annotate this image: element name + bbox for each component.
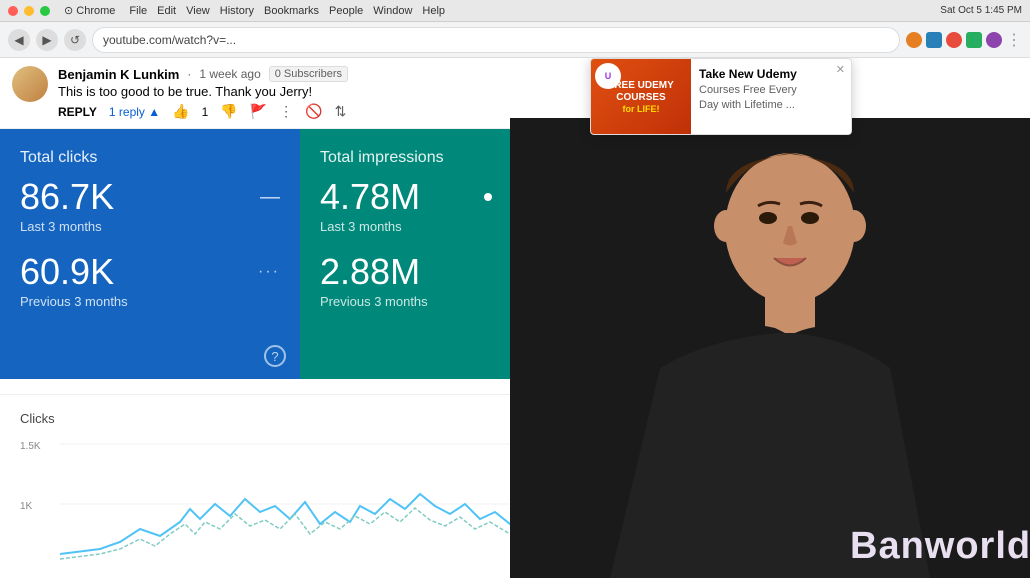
minimize-button[interactable] (24, 6, 34, 16)
person-silhouette-svg: Banworld (510, 118, 1030, 578)
clicks-current-dash: — (260, 186, 280, 209)
menu-edit[interactable]: Edit (157, 5, 176, 17)
chart-title: Clicks (20, 411, 550, 426)
extension-icon-4[interactable] (966, 32, 982, 48)
chrome-label: ⊙ Chrome (64, 4, 115, 17)
clicks-prev-row: 60.9K ··· (20, 254, 280, 290)
svg-text:1.5K: 1.5K (20, 441, 41, 452)
maximize-button[interactable] (40, 6, 50, 16)
popup-overlay: U FREE UDEMYCOURSES for LIFE! Take New U… (590, 58, 1030, 135)
reload-button[interactable]: ↺ (64, 29, 86, 51)
sort-icon[interactable]: ⇅ (335, 103, 347, 120)
clicks-help-icon[interactable]: ? (264, 345, 286, 367)
svg-text:1K: 1K (20, 501, 33, 512)
cursor-indicator (484, 193, 492, 201)
comment-time: 1 week ago (199, 67, 260, 81)
toolbar-extensions: ⋮ (906, 30, 1022, 50)
thumbs-up-icon[interactable]: 👍 (172, 103, 189, 120)
clicks-chart-svg: 1.5K 1K (20, 434, 550, 564)
person-overlay: Banworld (510, 118, 1030, 578)
clicks-current-value: 86.7K (20, 179, 114, 215)
thumbs-down-icon[interactable]: 👎 (220, 103, 237, 120)
popup-title: Take New Udemy (699, 67, 827, 81)
avatar (12, 66, 48, 102)
menu-people[interactable]: People (329, 5, 363, 17)
menu-bookmarks[interactable]: Bookmarks (264, 5, 319, 17)
reply-button[interactable]: REPLY (58, 105, 97, 119)
thumbnail-life-text: for LIFE! (623, 104, 660, 114)
menu-bar: File Edit View History Bookmarks People … (129, 5, 445, 17)
svg-text:Banworld: Banworld (850, 525, 1030, 567)
datetime: Sat Oct 5 1:45 PM (940, 5, 1022, 16)
back-button[interactable]: ◀ (8, 29, 30, 51)
extension-icon-2[interactable] (926, 32, 942, 48)
main-content: Benjamin K Lunkim · 1 week ago 0 Subscri… (0, 58, 1030, 579)
udemy-logo: U (595, 63, 621, 89)
menu-file[interactable]: File (129, 5, 147, 17)
clicks-prev-dots: ··· (258, 263, 280, 281)
clicks-current-row: 86.7K — (20, 179, 280, 215)
more-options-icon[interactable]: ⋮ (279, 103, 293, 120)
close-button[interactable] (8, 6, 18, 16)
extension-icon-5[interactable] (986, 32, 1002, 48)
extension-icon-1[interactable] (906, 32, 922, 48)
total-clicks-label: Total clicks (20, 149, 280, 167)
popup-subtitle: Courses Free Every Day with Lifetime ... (699, 83, 827, 114)
comment-separator: · (187, 67, 191, 81)
menu-window[interactable]: Window (373, 5, 412, 17)
menu-help[interactable]: Help (422, 5, 445, 17)
popup-thumbnail[interactable]: U FREE UDEMYCOURSES for LIFE! (591, 59, 691, 134)
subscriber-badge: 0 Subscribers (269, 66, 348, 82)
like-count: 1 (202, 105, 209, 119)
total-clicks-card: Total clicks 86.7K — Last 3 months 60.9K… (0, 129, 300, 379)
popup-close-button[interactable]: ✕ (836, 63, 845, 76)
flag-icon[interactable]: 🚩 (250, 103, 267, 120)
system-status: Sat Oct 5 1:45 PM (940, 5, 1022, 16)
clicks-current-period: Last 3 months (20, 219, 280, 234)
popup-text-box: Take New Udemy Courses Free Every Day wi… (691, 59, 851, 134)
clicks-prev-period: Previous 3 months (20, 294, 280, 309)
impressions-prev-value: 2.88M (320, 254, 420, 290)
impressions-current-value: 4.78M (320, 179, 420, 215)
replies-toggle[interactable]: 1 reply ▲ (109, 105, 160, 119)
forward-button[interactable]: ▶ (36, 29, 58, 51)
extension-icon-3[interactable] (946, 32, 962, 48)
window-controls: ⊙ Chrome File Edit View History Bookmark… (8, 4, 445, 17)
chart-area: Clicks 1.5K 1K (0, 394, 570, 579)
menu-history[interactable]: History (220, 5, 254, 17)
person-background: Banworld (510, 118, 1030, 578)
comment-author: Benjamin K Lunkim (58, 67, 179, 82)
clicks-prev-value: 60.9K (20, 254, 114, 290)
menu-view[interactable]: View (186, 5, 210, 17)
chrome-titlebar: ⊙ Chrome File Edit View History Bookmark… (0, 0, 1030, 22)
address-bar: ◀ ▶ ↺ ⋮ (0, 22, 1030, 58)
address-input[interactable] (92, 27, 900, 53)
more-options-button[interactable]: ⋮ (1006, 30, 1022, 50)
hide-icon[interactable]: 🚫 (305, 103, 322, 120)
